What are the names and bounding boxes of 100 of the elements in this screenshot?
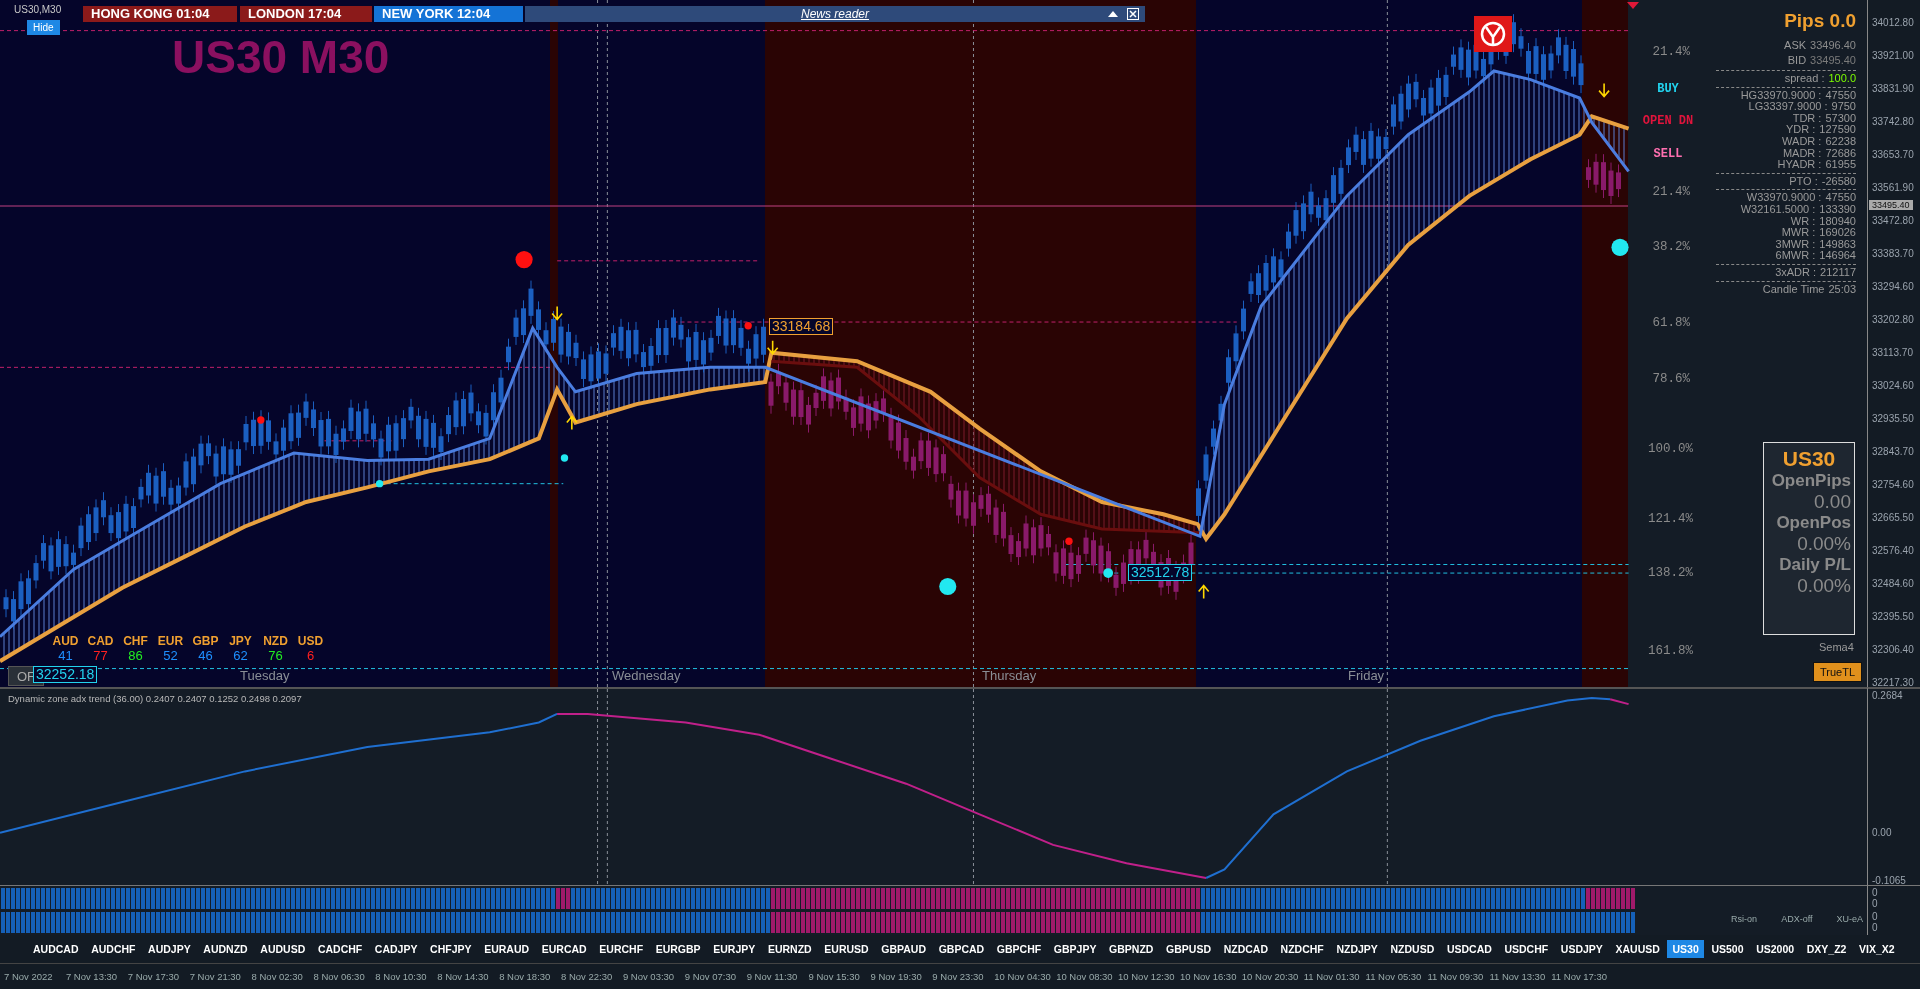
status-label: ADX-off xyxy=(1781,914,1813,924)
indicator-axis-label: 0.2684 xyxy=(1872,689,1903,701)
price-axis-label: 32217.30 xyxy=(1872,676,1914,688)
stat-label: W32161.5000 : xyxy=(1740,203,1816,216)
symbol-button[interactable]: USDJPY xyxy=(1555,940,1608,958)
price-axis-label: 33921.00 xyxy=(1872,49,1914,61)
price-tag: 32512.78 xyxy=(1128,564,1193,581)
symbol-button[interactable]: AUDNZD xyxy=(198,940,253,958)
symbol-button[interactable]: NZDJPY xyxy=(1331,940,1383,958)
currency-name: CAD xyxy=(87,634,114,648)
strength-value: 6 xyxy=(306,648,315,663)
dot-icon xyxy=(744,322,752,330)
symbol-button[interactable]: AUDCAD xyxy=(28,940,84,958)
symbol-button[interactable]: DXY_Z2 xyxy=(1801,940,1852,958)
symbol-button[interactable]: NZDUSD xyxy=(1385,940,1440,958)
status-label: Rsi-on xyxy=(1731,914,1758,924)
stat-label: Candle Time xyxy=(1762,283,1825,296)
symbol-button[interactable]: AUDCHF xyxy=(86,940,141,958)
stat-value: 47550 xyxy=(1825,89,1856,102)
triangle-icon xyxy=(1627,2,1639,9)
price-tag: 33184.68 xyxy=(769,318,834,335)
symbol-button[interactable]: EURJPY xyxy=(708,940,761,958)
dot-icon xyxy=(515,251,533,269)
stat-label: spread : xyxy=(1784,73,1825,85)
symbol-button[interactable]: GBPCAD xyxy=(933,940,990,958)
symbol-button[interactable]: AUDUSD xyxy=(255,940,311,958)
time-axis-label: 9 Nov 07:30 xyxy=(684,971,738,982)
price-axis-label: 33113.70 xyxy=(1872,346,1913,358)
stat-value: 100.0 xyxy=(1828,73,1856,85)
close-icon[interactable] xyxy=(1127,8,1139,20)
time-axis-label: 11 Nov 09:30 xyxy=(1427,971,1485,982)
time-axis-label: 9 Nov 11:30 xyxy=(746,971,799,982)
arrow-down-icon xyxy=(551,305,563,321)
symbol-button[interactable]: NZDCHF xyxy=(1275,940,1329,958)
news-reader-link[interactable]: News reader xyxy=(801,7,869,21)
stat-label: PTO : xyxy=(1789,175,1818,188)
time-axis-label: 9 Nov 03:30 xyxy=(622,971,676,982)
stat-value: 61955 xyxy=(1825,159,1856,171)
symbol-button[interactable]: EURCHF xyxy=(594,940,649,958)
symbol-button[interactable]: GBPJPY xyxy=(1048,940,1102,958)
symbol-button[interactable]: EURAUD xyxy=(479,940,535,958)
indicator-axis-label: 0.00 xyxy=(1872,826,1892,838)
truetl-button[interactable]: TrueTL xyxy=(1813,662,1862,682)
stat-value: 25:03 xyxy=(1828,283,1856,296)
price-axis-label: 32484.60 xyxy=(1872,577,1914,589)
symbol-button[interactable]: US2000 xyxy=(1751,940,1800,958)
dot-icon xyxy=(375,480,384,488)
symbol-button[interactable]: US500 xyxy=(1706,940,1749,958)
symbol-button[interactable]: GBPCHF xyxy=(991,940,1047,958)
symbol-button[interactable]: USDCAD xyxy=(1441,940,1497,958)
dot-icon xyxy=(1611,238,1629,256)
symbol-button[interactable]: EURCAD xyxy=(536,940,592,958)
stat-label: LG33397.9000 : xyxy=(1748,101,1828,113)
stat-value: 133390 xyxy=(1819,203,1856,216)
symbol-button[interactable]: US30 xyxy=(1667,940,1704,958)
stat-value: 57300 xyxy=(1825,112,1856,125)
account-label: Daily P/L xyxy=(1779,555,1851,575)
price-axis-label: 32576.40 xyxy=(1872,544,1914,556)
time-axis-label: 8 Nov 06:30 xyxy=(313,971,366,982)
time-axis-label: 10 Nov 04:30 xyxy=(994,971,1052,982)
symbol-button[interactable]: CHFJPY xyxy=(425,940,477,958)
symbol-button[interactable]: EURNZD xyxy=(762,940,817,958)
symbol-button[interactable]: EURGBP xyxy=(650,940,706,958)
stat-label: TDR : xyxy=(1792,112,1822,125)
fib-level-label: 61.8% xyxy=(1651,316,1690,330)
symbol-button[interactable]: CADCHF xyxy=(312,940,368,958)
dot-icon xyxy=(1065,537,1073,545)
symbol-button[interactable]: GBPUSD xyxy=(1161,940,1216,958)
dot-icon xyxy=(560,454,569,462)
time-axis-label: 11 Nov 01:30 xyxy=(1303,971,1361,982)
stat-label: 3MWR : xyxy=(1775,238,1816,251)
symbol-button[interactable]: EURUSD xyxy=(819,940,874,958)
fib-level-label: 21.4% xyxy=(1651,185,1690,199)
stat-label: W33970.9000 : xyxy=(1746,192,1822,204)
stat-value: 62238 xyxy=(1825,135,1856,148)
logo-icon xyxy=(1474,16,1512,52)
stat-value: 72686 xyxy=(1825,147,1856,160)
symbol-button[interactable]: CADJPY xyxy=(369,940,423,958)
stat-label: HG33970.9000 : xyxy=(1740,89,1822,102)
symbol-button[interactable]: GBPAUD xyxy=(876,940,932,958)
stat-value: 180940 xyxy=(1819,215,1856,228)
account-symbol: US30 xyxy=(1782,447,1836,471)
symbol-button[interactable]: VIX_X2 xyxy=(1854,940,1900,958)
price-axis-label: 32395.50 xyxy=(1872,610,1914,622)
heatmap-axis-label: 0 xyxy=(1872,886,1878,898)
symbol-button[interactable]: USDCHF xyxy=(1499,940,1554,958)
time-axis-label: 10 Nov 16:30 xyxy=(1179,971,1238,982)
price-axis-label: 33472.80 xyxy=(1872,214,1914,226)
symbol-button[interactable]: XAUUSD xyxy=(1610,940,1665,958)
heatmap-axis-label: 0 xyxy=(1872,910,1878,922)
price-axis-label: 33653.70 xyxy=(1872,148,1914,160)
symbol-button[interactable]: AUDJPY xyxy=(143,940,196,958)
fib-level-label: 21.4% xyxy=(1651,45,1690,59)
price-axis-label: 33831.90 xyxy=(1872,82,1914,94)
symbol-button[interactable]: NZDCAD xyxy=(1218,940,1273,958)
chart-title: US30,M30 xyxy=(14,4,62,15)
time-axis-label: 9 Nov 19:30 xyxy=(870,971,923,982)
symbol-button[interactable]: GBPNZD xyxy=(1104,940,1159,958)
stat-label: 3xADR : xyxy=(1775,266,1817,279)
hide-button[interactable]: Hide xyxy=(27,20,60,35)
